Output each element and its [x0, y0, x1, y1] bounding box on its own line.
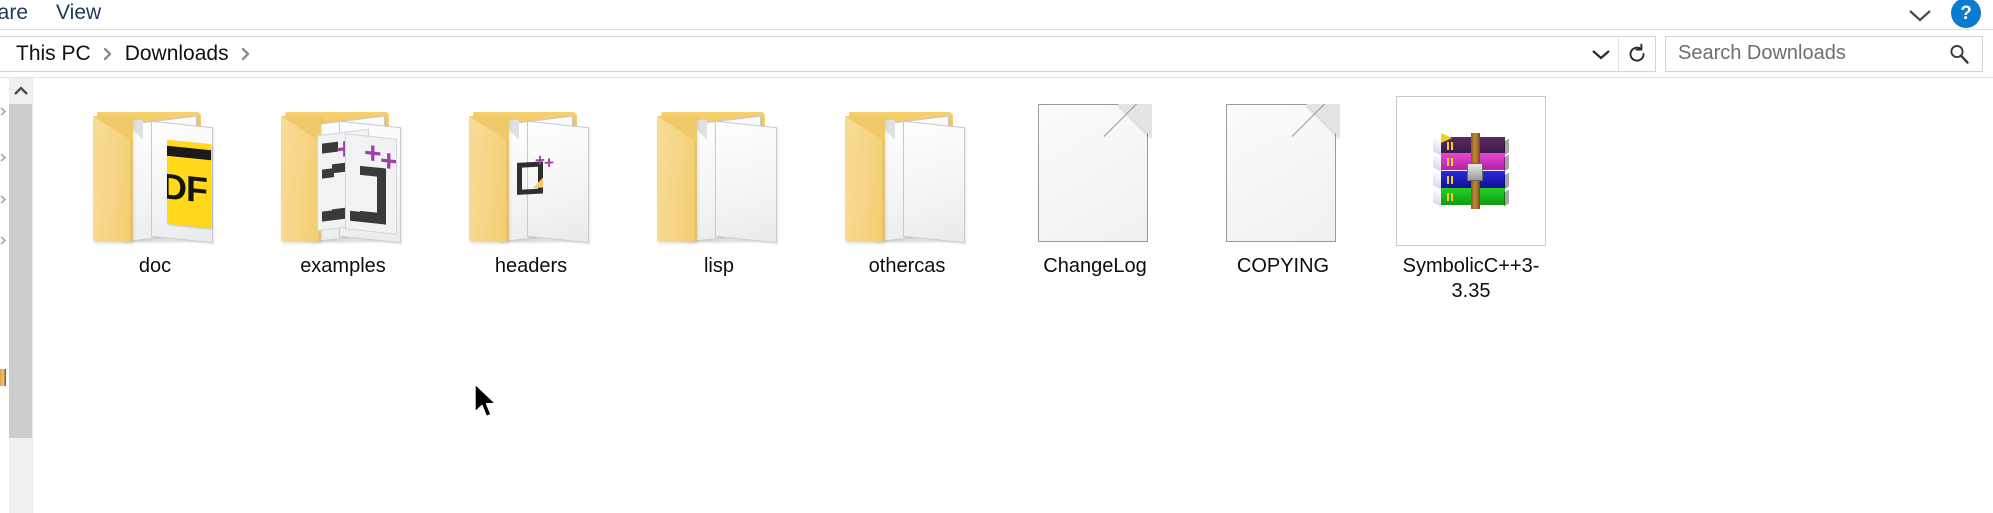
refresh-icon[interactable]: [1618, 35, 1656, 72]
ribbon-tab-strip: hare View ?: [0, 0, 1993, 30]
tab-share[interactable]: hare: [0, 0, 42, 26]
ribbon-expand-chevron-down-icon[interactable]: [1903, 2, 1937, 28]
item-headers[interactable]: + + headers: [437, 92, 625, 279]
breadcrumb-item-this-pc[interactable]: This PC: [10, 42, 97, 66]
scrollbar-track[interactable]: [9, 104, 32, 513]
search-icon[interactable]: [1946, 43, 1972, 65]
item-lisp[interactable]: lisp: [625, 92, 813, 279]
explorer-body: DF doc + + examples + + headers lisp oth…: [0, 78, 1993, 513]
item-label: SymbolicC++3-3.35: [1402, 255, 1540, 302]
item-label: lisp: [703, 255, 734, 277]
folder-cpp-icon: + + + +: [265, 94, 421, 246]
item-copying[interactable]: COPYING: [1189, 92, 1377, 279]
tab-view[interactable]: View: [42, 0, 115, 26]
folder-header-icon: + +: [453, 94, 609, 246]
nav-chevron-right-icon-2[interactable]: [0, 153, 7, 162]
scroll-up-chevron-up-icon[interactable]: [9, 78, 32, 104]
item-label: ChangeLog: [1043, 255, 1147, 277]
help-icon[interactable]: ?: [1951, 0, 1981, 28]
address-bar-row: This PC Downloads Search Downloads: [0, 30, 1993, 78]
items-grid: DF doc + + examples + + headers lisp oth…: [33, 78, 1993, 304]
archive-rar-icon: [1393, 94, 1549, 246]
item-othercas[interactable]: othercas: [813, 92, 1001, 279]
item-doc[interactable]: DF doc: [61, 92, 249, 279]
nav-chevron-right-icon-1[interactable]: [0, 107, 7, 116]
folder-pdf-icon: DF: [77, 94, 233, 246]
folder-plain-icon: [641, 94, 797, 246]
breadcrumb-chevron-right-icon[interactable]: [97, 47, 119, 61]
mouse-pointer-icon: [473, 383, 499, 421]
nav-chevron-right-icon-4[interactable]: [0, 236, 7, 245]
item-label: othercas: [868, 255, 946, 277]
header-file-icon: + +: [517, 150, 554, 197]
file-explorer-window: hare View ? This PC Downloads: [0, 0, 1993, 513]
cpp-file-icon-2: + +: [345, 133, 397, 235]
item-changelog[interactable]: ChangeLog: [1001, 92, 1189, 279]
ribbon-controls: ?: [1903, 0, 1993, 30]
breadcrumb-chevron-right-icon-2[interactable]: [235, 47, 257, 61]
nav-chevron-right-icon-3[interactable]: [0, 195, 7, 204]
pdf-thumbnail-icon: DF: [167, 139, 211, 229]
scrollbar-thumb[interactable]: [9, 104, 32, 438]
folder-plain-icon-2: [829, 94, 985, 246]
file-generic-icon: [1017, 94, 1173, 246]
item-label: headers: [494, 255, 568, 277]
search-box[interactable]: Search Downloads: [1665, 35, 1983, 72]
item-label: doc: [138, 255, 172, 277]
search-input[interactable]: Search Downloads: [1678, 42, 1946, 65]
ribbon-tab-list: hare View: [0, 0, 1993, 29]
navigation-pane[interactable]: [0, 78, 9, 513]
item-label: COPYING: [1236, 255, 1330, 277]
breadcrumb: This PC Downloads: [10, 42, 1584, 66]
file-list-pane[interactable]: DF doc + + examples + + headers lisp oth…: [33, 78, 1993, 513]
vertical-scrollbar[interactable]: [9, 78, 33, 513]
item-label: examples: [300, 255, 386, 277]
nav-item-partial-icon[interactable]: [0, 369, 6, 386]
breadcrumb-item-downloads[interactable]: Downloads: [119, 42, 235, 66]
address-bar[interactable]: This PC Downloads: [0, 35, 1618, 72]
address-dropdown-chevron-down-icon[interactable]: [1584, 37, 1618, 71]
file-generic-icon-2: [1205, 94, 1361, 246]
item-symboliccpp[interactable]: SymbolicC++3-3.35: [1377, 92, 1565, 304]
item-examples[interactable]: + + + + e: [249, 92, 437, 279]
